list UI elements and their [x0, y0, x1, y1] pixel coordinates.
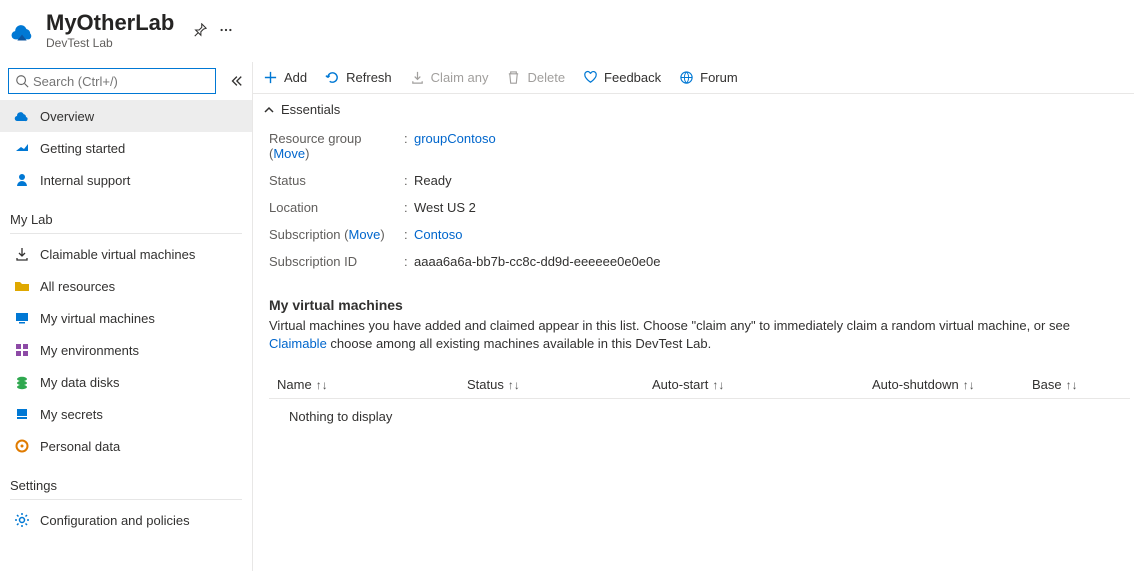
forum-button[interactable]: Forum: [679, 70, 738, 85]
folder-icon: [14, 278, 30, 294]
claim-any-button: Claim any: [410, 70, 489, 85]
page-subtitle: DevTest Lab: [46, 36, 174, 50]
column-name[interactable]: Name↑↓: [277, 377, 467, 392]
gear-icon: [14, 512, 30, 528]
location-value: West US 2: [414, 200, 476, 215]
essentials-toggle[interactable]: Essentials: [253, 94, 1134, 125]
overview-icon: [14, 108, 30, 124]
claim-icon: [410, 70, 425, 85]
getting-started-icon: [14, 140, 30, 156]
secrets-icon: [14, 406, 30, 422]
section-mylab: My Lab: [0, 206, 252, 231]
sidebar-item-personal-data[interactable]: Personal data: [0, 430, 252, 462]
search-icon: [15, 74, 29, 88]
sidebar-item-my-vms[interactable]: My virtual machines: [0, 302, 252, 334]
essentials-row-status: Status : Ready: [269, 167, 1130, 194]
add-button[interactable]: Add: [263, 70, 307, 85]
sort-icon: ↑↓: [712, 378, 724, 392]
refresh-button[interactable]: Refresh: [325, 70, 392, 85]
sidebar-item-label: Overview: [40, 109, 94, 124]
heart-icon: [583, 70, 598, 85]
refresh-icon: [325, 70, 340, 85]
lab-cloud-icon: [8, 16, 36, 44]
search-input[interactable]: [33, 74, 209, 89]
toolbar-label: Forum: [700, 70, 738, 85]
globe-icon: [679, 70, 694, 85]
toolbar-label: Refresh: [346, 70, 392, 85]
column-auto-shutdown[interactable]: Auto-shutdown↑↓: [872, 377, 1032, 392]
vm-section-title: My virtual machines: [269, 297, 1130, 313]
sidebar-item-label: Configuration and policies: [40, 513, 190, 528]
move-subscription-link[interactable]: Move: [349, 227, 381, 242]
vm-section-desc: Virtual machines you have added and clai…: [269, 317, 1130, 353]
sidebar-item-label: Getting started: [40, 141, 125, 156]
sidebar-item-internal-support[interactable]: Internal support: [0, 164, 252, 196]
essentials-row-subscription: Subscription (Move) : Contoso: [269, 221, 1130, 248]
sidebar-item-label: My data disks: [40, 375, 119, 390]
sidebar-item-claimable-vms[interactable]: Claimable virtual machines: [0, 238, 252, 270]
page-title: MyOtherLab: [46, 10, 174, 36]
subscription-id-value: aaaa6a6a-bb7b-cc8c-dd9d-eeeeee0e0e0e: [414, 254, 661, 269]
table-empty: Nothing to display: [269, 399, 1130, 434]
page-header: MyOtherLab DevTest Lab: [0, 0, 1134, 62]
essentials-row-resource-group: Resource group (Move) : groupContoso: [269, 125, 1130, 167]
toolbar-label: Claim any: [431, 70, 489, 85]
delete-button: Delete: [506, 70, 565, 85]
search-input-wrapper[interactable]: [8, 68, 216, 94]
essentials-row-location: Location : West US 2: [269, 194, 1130, 221]
sidebar-item-my-environments[interactable]: My environments: [0, 334, 252, 366]
sidebar-item-label: Claimable virtual machines: [40, 247, 195, 262]
toolbar: Add Refresh Claim any Delete Feedback: [253, 62, 1134, 94]
vm-table: Name↑↓ Status↑↓ Auto-start↑↓ Auto-shutdo…: [269, 371, 1130, 434]
sidebar: Overview Getting started Internal suppor…: [0, 62, 252, 571]
section-settings: Settings: [0, 472, 252, 497]
environments-icon: [14, 342, 30, 358]
sort-icon: ↑↓: [963, 378, 975, 392]
personal-data-icon: [14, 438, 30, 454]
main-content: Add Refresh Claim any Delete Feedback: [252, 62, 1134, 571]
resource-group-link[interactable]: groupContoso: [414, 131, 496, 161]
vm-icon: [14, 310, 30, 326]
sidebar-item-my-secrets[interactable]: My secrets: [0, 398, 252, 430]
support-icon: [14, 172, 30, 188]
disks-icon: [14, 374, 30, 390]
move-resource-group-link[interactable]: Move: [273, 146, 305, 161]
more-icon[interactable]: [218, 22, 234, 38]
sidebar-item-getting-started[interactable]: Getting started: [0, 132, 252, 164]
toolbar-label: Delete: [527, 70, 565, 85]
claimable-link[interactable]: Claimable: [269, 336, 327, 351]
column-base[interactable]: Base↑↓: [1032, 377, 1122, 392]
sidebar-item-overview[interactable]: Overview: [0, 100, 252, 132]
pin-icon[interactable]: [192, 22, 208, 38]
sort-icon: ↑↓: [316, 378, 328, 392]
vm-section: My virtual machines Virtual machines you…: [253, 285, 1134, 353]
chevron-up-icon: [263, 104, 275, 116]
download-icon: [14, 246, 30, 262]
sidebar-item-label: Internal support: [40, 173, 130, 188]
toolbar-label: Add: [284, 70, 307, 85]
sidebar-item-label: My secrets: [40, 407, 103, 422]
sidebar-item-label: Personal data: [40, 439, 120, 454]
sort-icon: ↑↓: [1066, 378, 1078, 392]
essentials-rows: Resource group (Move) : groupContoso Sta…: [253, 125, 1134, 285]
sidebar-item-my-data-disks[interactable]: My data disks: [0, 366, 252, 398]
sidebar-item-label: My environments: [40, 343, 139, 358]
sidebar-item-label: My virtual machines: [40, 311, 155, 326]
sidebar-item-label: All resources: [40, 279, 115, 294]
toolbar-label: Feedback: [604, 70, 661, 85]
trash-icon: [506, 70, 521, 85]
essentials-row-subscription-id: Subscription ID : aaaa6a6a-bb7b-cc8c-dd9…: [269, 248, 1130, 275]
essentials-title: Essentials: [281, 102, 340, 117]
column-status[interactable]: Status↑↓: [467, 377, 652, 392]
status-value: Ready: [414, 173, 452, 188]
sidebar-item-configuration[interactable]: Configuration and policies: [0, 504, 252, 536]
sort-icon: ↑↓: [508, 378, 520, 392]
plus-icon: [263, 70, 278, 85]
collapse-sidebar-icon[interactable]: [228, 73, 244, 89]
table-header: Name↑↓ Status↑↓ Auto-start↑↓ Auto-shutdo…: [269, 371, 1130, 399]
sidebar-item-all-resources[interactable]: All resources: [0, 270, 252, 302]
column-auto-start[interactable]: Auto-start↑↓: [652, 377, 872, 392]
subscription-link[interactable]: Contoso: [414, 227, 462, 242]
feedback-button[interactable]: Feedback: [583, 70, 661, 85]
